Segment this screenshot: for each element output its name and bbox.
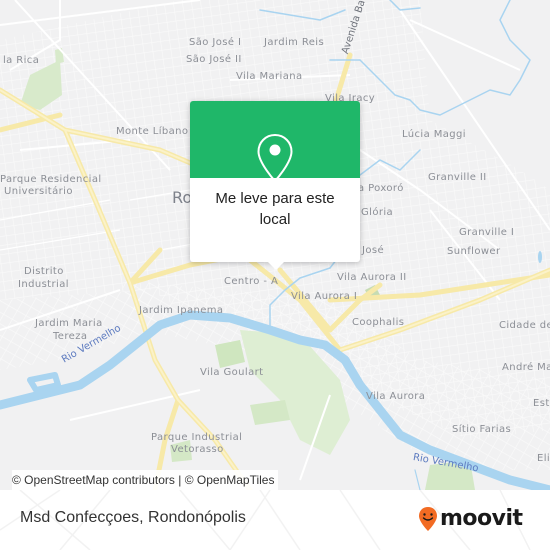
label-lucia-maggi: Lúcia Maggi (402, 129, 466, 140)
map-view[interactable]: São José I Jardim Reis São José II Vila … (0, 0, 550, 490)
label-universitario: Universitário (4, 186, 73, 197)
moovit-logo[interactable]: moovit (418, 506, 523, 532)
label-sao-jose: José (362, 245, 385, 256)
footer-bar: Msd Confecçoes, Rondonópolis moovit (0, 490, 550, 550)
navigate-here-button[interactable]: Me leve para este local (190, 178, 360, 230)
moovit-pin-icon (419, 507, 437, 531)
label-andre-maggi: André Ma (502, 362, 550, 373)
label-gloria: Glória (361, 207, 394, 218)
label-vila-poxoro: a Poxoró (358, 183, 404, 194)
label-vila-rica: la Rica (3, 55, 40, 66)
label-sunflower: Sunflower (447, 246, 501, 257)
label-jardim-ipanema: Jardim Ipanema (139, 305, 224, 316)
label-centro-a: Centro - A (224, 276, 279, 287)
label-vila-aurora-ii: Vila Aurora II (337, 272, 407, 283)
label-vila-aurora-i: Vila Aurora I (291, 291, 358, 302)
popup-header (190, 101, 360, 183)
location-popup[interactable]: Me leve para este local (190, 101, 360, 270)
label-eli: Eli (537, 453, 550, 464)
label-coophalis: Coophalis (352, 317, 405, 328)
label-vila-goulart: Vila Goulart (200, 367, 264, 378)
moovit-wordmark: moovit (440, 506, 523, 531)
place-name: Msd Confecçoes, Rondonópolis (20, 509, 246, 526)
label-sao-jose-ii: São José II (186, 54, 242, 65)
label-vila-aurora: Vila Aurora (366, 391, 426, 402)
label-tereza: Tereza (53, 331, 88, 342)
label-cidade-de: Cidade de (499, 320, 550, 331)
label-monte-libano: Monte Líbano (116, 126, 189, 137)
popup-pointer (268, 262, 284, 270)
map-pin-icon (257, 133, 293, 183)
label-distrito: Distrito (24, 266, 64, 277)
label-vila-mariana: Vila Mariana (236, 71, 303, 82)
label-est: Est (533, 398, 550, 409)
map-attribution[interactable]: © OpenStreetMap contributors | © OpenMap… (12, 470, 279, 490)
label-vetorasso: Vetorasso (171, 444, 224, 455)
label-industrial: Industrial (18, 279, 69, 290)
attribution-text[interactable]: © OpenStreetMap contributors | © OpenMap… (12, 473, 274, 487)
label-sitio-farias: Sítio Farias (452, 424, 512, 435)
label-parque-industrial: Parque Industrial (151, 432, 243, 443)
label-granville-ii: Granville II (428, 172, 487, 183)
label-parque-residencial: Parque Residencial (0, 174, 102, 185)
label-jardim-reis: Jardim Reis (264, 37, 325, 48)
label-jardim-maria: Jardim Maria (35, 318, 103, 329)
label-sao-jose-i: São José I (189, 37, 242, 48)
label-granville-i: Granville I (459, 227, 515, 238)
